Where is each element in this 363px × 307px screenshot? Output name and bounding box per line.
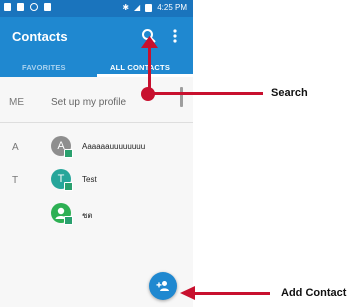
battery-icon: [145, 3, 153, 12]
sd-card-icon: [17, 3, 24, 11]
notification-icon: [4, 3, 11, 11]
avatar: A: [51, 136, 73, 158]
phone-screen: ✱ ◢ 4:25 PM Contacts FAVORITES ALL CONTA…: [0, 0, 193, 307]
app-bar: Contacts FAVORITES ALL CONTACTS: [0, 17, 193, 77]
tab-favorites[interactable]: FAVORITES: [22, 63, 66, 72]
add-contact-annotation-arrowhead: [180, 286, 195, 300]
divider: [0, 122, 193, 123]
section-letter: A: [12, 142, 19, 153]
search-annotation-label: Search: [271, 87, 308, 99]
tab-all-contacts[interactable]: ALL CONTACTS: [110, 63, 170, 72]
search-annotation-arrowhead: [141, 36, 158, 48]
search-annotation-connector: [150, 92, 263, 95]
bluetooth-icon: ✱: [122, 3, 130, 12]
more-vert-icon[interactable]: [170, 28, 180, 44]
status-bar: ✱ ◢ 4:25 PM: [0, 0, 193, 17]
avatar: T: [51, 169, 73, 191]
list-item[interactable]: T T Test: [0, 169, 193, 195]
contact-badge-icon: [64, 149, 73, 158]
add-contact-annotation-line: [194, 292, 270, 295]
contact-name: ชต: [82, 211, 93, 220]
profile-section-letter: ME: [9, 97, 24, 108]
contact-name: Test: [82, 175, 97, 184]
lock-icon: [44, 3, 51, 11]
contact-name: Aaaaaauuuuuuuu: [82, 142, 146, 151]
add-contact-button[interactable]: [149, 272, 177, 300]
add-contact-annotation-label: Add Contact: [281, 287, 347, 299]
avatar: [51, 203, 73, 225]
section-letter: T: [12, 175, 19, 186]
signal-icon: ◢: [134, 3, 141, 12]
app-title: Contacts: [12, 29, 68, 44]
add-contact-icon: [156, 281, 169, 291]
contact-badge-icon: [64, 182, 73, 191]
scrollbar[interactable]: [180, 87, 183, 107]
sync-icon: [30, 3, 38, 11]
setup-profile-label: Set up my profile: [51, 97, 127, 108]
list-item[interactable]: A A Aaaaaauuuuuuuu: [0, 136, 193, 162]
status-time: 4:25 PM: [157, 3, 187, 12]
contact-badge-icon: [64, 216, 73, 225]
list-item[interactable]: ชต: [0, 203, 193, 229]
